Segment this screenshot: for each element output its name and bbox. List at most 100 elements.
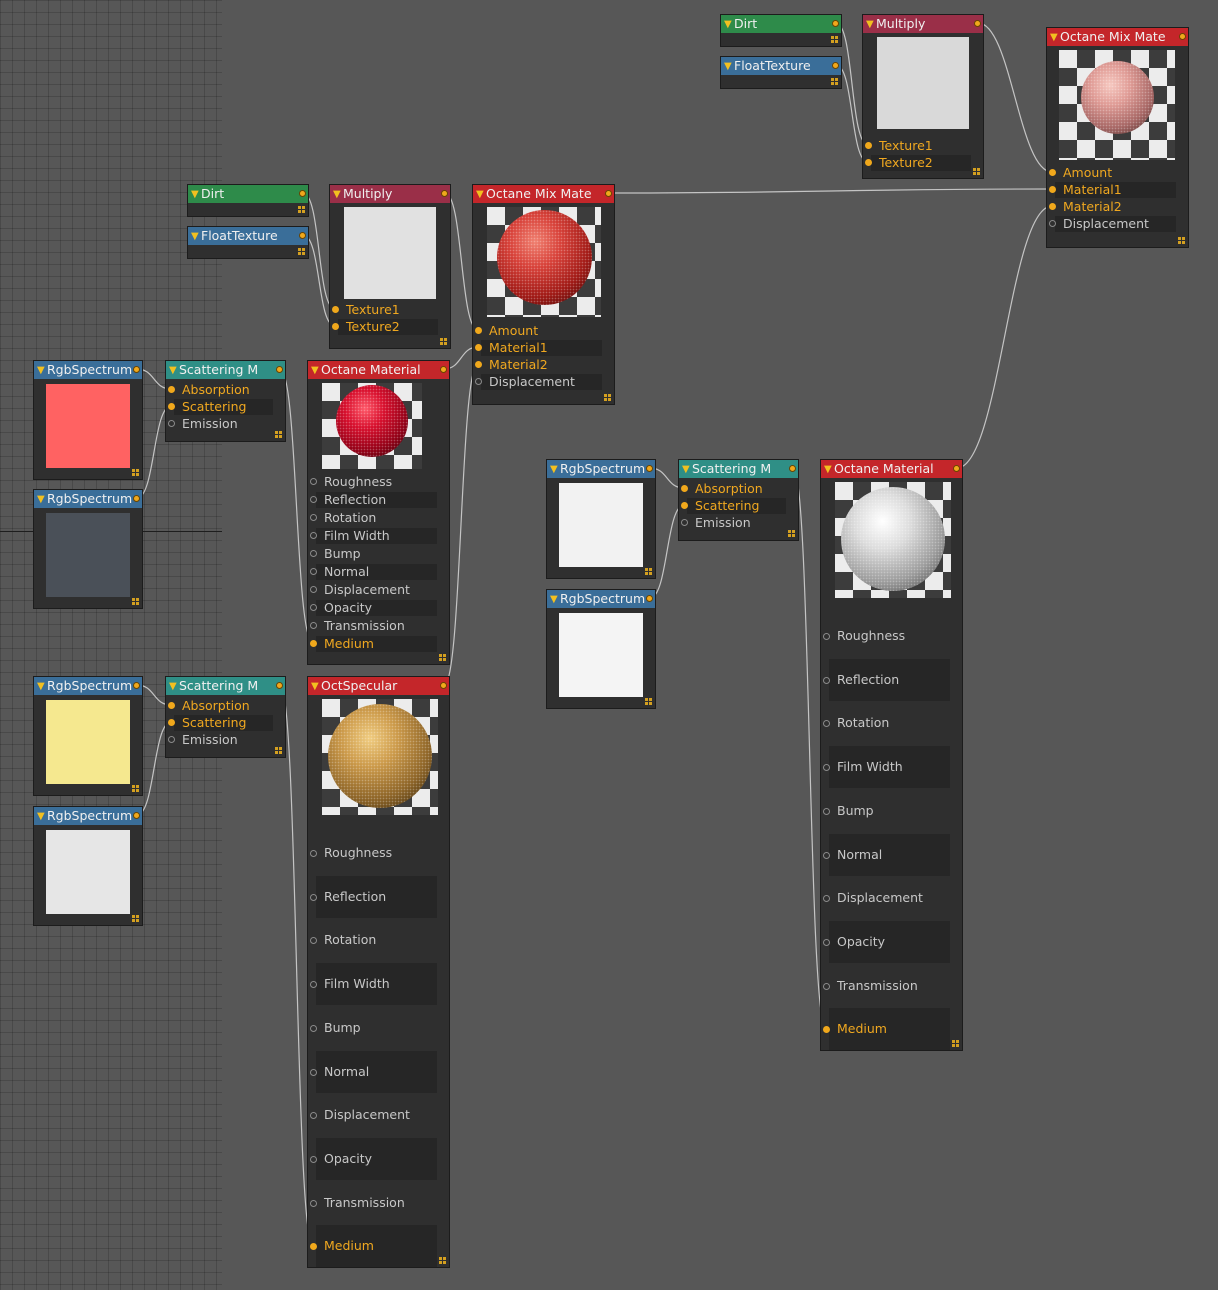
input-pin[interactable] — [1049, 186, 1056, 193]
node-header[interactable]: ▼ Octane Mix Mate — [1047, 28, 1188, 46]
scatter-node[interactable]: ▼ Scattering M Absorption Scattering Emissio… — [165, 676, 286, 758]
resize-handle-icon[interactable] — [439, 1257, 446, 1264]
input-pin[interactable] — [310, 1156, 317, 1163]
input-row[interactable]: Opacity — [823, 921, 950, 963]
collapse-triangle-icon[interactable]: ▼ — [550, 591, 558, 608]
input-pin[interactable] — [865, 159, 872, 166]
input-pin[interactable] — [681, 485, 688, 492]
input-pin[interactable] — [823, 633, 830, 640]
input-row[interactable]: Displacement — [475, 374, 602, 390]
collapse-triangle-icon[interactable]: ▼ — [37, 362, 45, 379]
input-row[interactable]: Texture2 — [332, 319, 438, 335]
collapse-triangle-icon[interactable]: ▼ — [682, 461, 690, 478]
resize-handle-icon[interactable] — [132, 598, 139, 605]
color-swatch[interactable] — [46, 513, 130, 597]
input-pin[interactable] — [310, 640, 317, 647]
input-pin[interactable] — [168, 736, 175, 743]
resize-handle-icon[interactable] — [275, 747, 282, 754]
input-pin[interactable] — [310, 496, 317, 503]
float-node[interactable]: ▼ FloatTexture — [720, 56, 842, 89]
resize-handle-icon[interactable] — [973, 168, 980, 175]
output-pin[interactable] — [646, 465, 653, 472]
input-pin[interactable] — [823, 808, 830, 815]
color-swatch[interactable] — [559, 483, 643, 567]
input-row[interactable]: Transmission — [310, 1182, 437, 1224]
input-row[interactable]: Amount — [475, 323, 602, 339]
rgb-node[interactable]: ▼ RgbSpectrum — [546, 459, 656, 579]
node-header[interactable]: ▼ Scattering M — [166, 361, 285, 379]
resize-handle-icon[interactable] — [831, 36, 838, 43]
node-header[interactable]: ▼ Multiply — [863, 15, 983, 33]
resize-handle-icon[interactable] — [788, 530, 795, 537]
output-pin[interactable] — [441, 190, 448, 197]
input-pin[interactable] — [310, 622, 317, 629]
output-pin[interactable] — [1179, 33, 1186, 40]
input-pin[interactable] — [310, 586, 317, 593]
input-pin[interactable] — [310, 478, 317, 485]
rgb-node[interactable]: ▼ RgbSpectrum — [33, 360, 143, 480]
resize-handle-icon[interactable] — [952, 1040, 959, 1047]
rgb-node[interactable]: ▼ RgbSpectrum — [33, 806, 143, 926]
output-pin[interactable] — [133, 682, 140, 689]
input-row[interactable]: Displacement — [310, 1094, 437, 1136]
collapse-triangle-icon[interactable]: ▼ — [311, 678, 319, 695]
output-pin[interactable] — [646, 595, 653, 602]
resize-handle-icon[interactable] — [275, 431, 282, 438]
input-row[interactable]: Normal — [310, 564, 437, 580]
input-pin[interactable] — [865, 142, 872, 149]
input-row[interactable]: Normal — [823, 834, 950, 876]
multiply-node[interactable]: ▼ Multiply Texture1 Texture2 — [862, 14, 984, 179]
color-swatch[interactable] — [46, 384, 130, 468]
resize-handle-icon[interactable] — [132, 785, 139, 792]
input-row[interactable]: Absorption — [168, 382, 273, 398]
input-row[interactable]: Rotation — [823, 702, 950, 744]
input-pin[interactable] — [475, 344, 482, 351]
input-pin[interactable] — [823, 720, 830, 727]
color-swatch[interactable] — [559, 613, 643, 697]
collapse-triangle-icon[interactable]: ▼ — [550, 461, 558, 478]
input-row[interactable]: Texture1 — [332, 302, 438, 318]
output-pin[interactable] — [299, 232, 306, 239]
input-row[interactable]: Film Width — [823, 746, 950, 788]
input-pin[interactable] — [823, 764, 830, 771]
input-pin[interactable] — [310, 1200, 317, 1207]
input-row[interactable]: Displacement — [1049, 216, 1176, 232]
resize-handle-icon[interactable] — [1178, 237, 1185, 244]
node-header[interactable]: ▼ Scattering M — [166, 677, 285, 695]
output-pin[interactable] — [605, 190, 612, 197]
input-row[interactable]: Rotation — [310, 510, 437, 526]
input-pin[interactable] — [823, 852, 830, 859]
input-pin[interactable] — [310, 1025, 317, 1032]
output-pin[interactable] — [832, 62, 839, 69]
node-header[interactable]: ▼ Octane Mix Mate — [473, 185, 614, 203]
input-row[interactable]: Transmission — [823, 965, 950, 1007]
input-pin[interactable] — [310, 568, 317, 575]
connection-wire[interactable] — [956, 205, 1053, 469]
resize-handle-icon[interactable] — [298, 248, 305, 255]
input-pin[interactable] — [681, 502, 688, 509]
connection-wire[interactable] — [608, 188, 1053, 194]
input-pin[interactable] — [332, 306, 339, 313]
resize-handle-icon[interactable] — [132, 915, 139, 922]
scatter-node[interactable]: ▼ Scattering M Absorption Scattering Emissio… — [165, 360, 286, 442]
collapse-triangle-icon[interactable]: ▼ — [824, 461, 832, 478]
collapse-triangle-icon[interactable]: ▼ — [169, 678, 177, 695]
node-header[interactable]: ▼ RgbSpectrum — [547, 460, 655, 478]
input-pin[interactable] — [681, 519, 688, 526]
input-pin[interactable] — [168, 403, 175, 410]
collapse-triangle-icon[interactable]: ▼ — [476, 186, 484, 203]
input-pin[interactable] — [168, 702, 175, 709]
input-row[interactable]: Reflection — [310, 492, 437, 508]
node-header[interactable]: ▼ OctSpecular — [308, 677, 449, 695]
collapse-triangle-icon[interactable]: ▼ — [724, 58, 732, 75]
resize-handle-icon[interactable] — [604, 394, 611, 401]
collapse-triangle-icon[interactable]: ▼ — [311, 362, 319, 379]
color-swatch[interactable] — [46, 700, 130, 784]
input-row[interactable]: Texture1 — [865, 138, 971, 154]
input-row[interactable]: Emission — [168, 416, 273, 432]
color-swatch[interactable] — [46, 830, 130, 914]
input-pin[interactable] — [823, 895, 830, 902]
connection-wire[interactable] — [977, 22, 1053, 173]
output-pin[interactable] — [974, 20, 981, 27]
input-row[interactable]: Displacement — [310, 582, 437, 598]
